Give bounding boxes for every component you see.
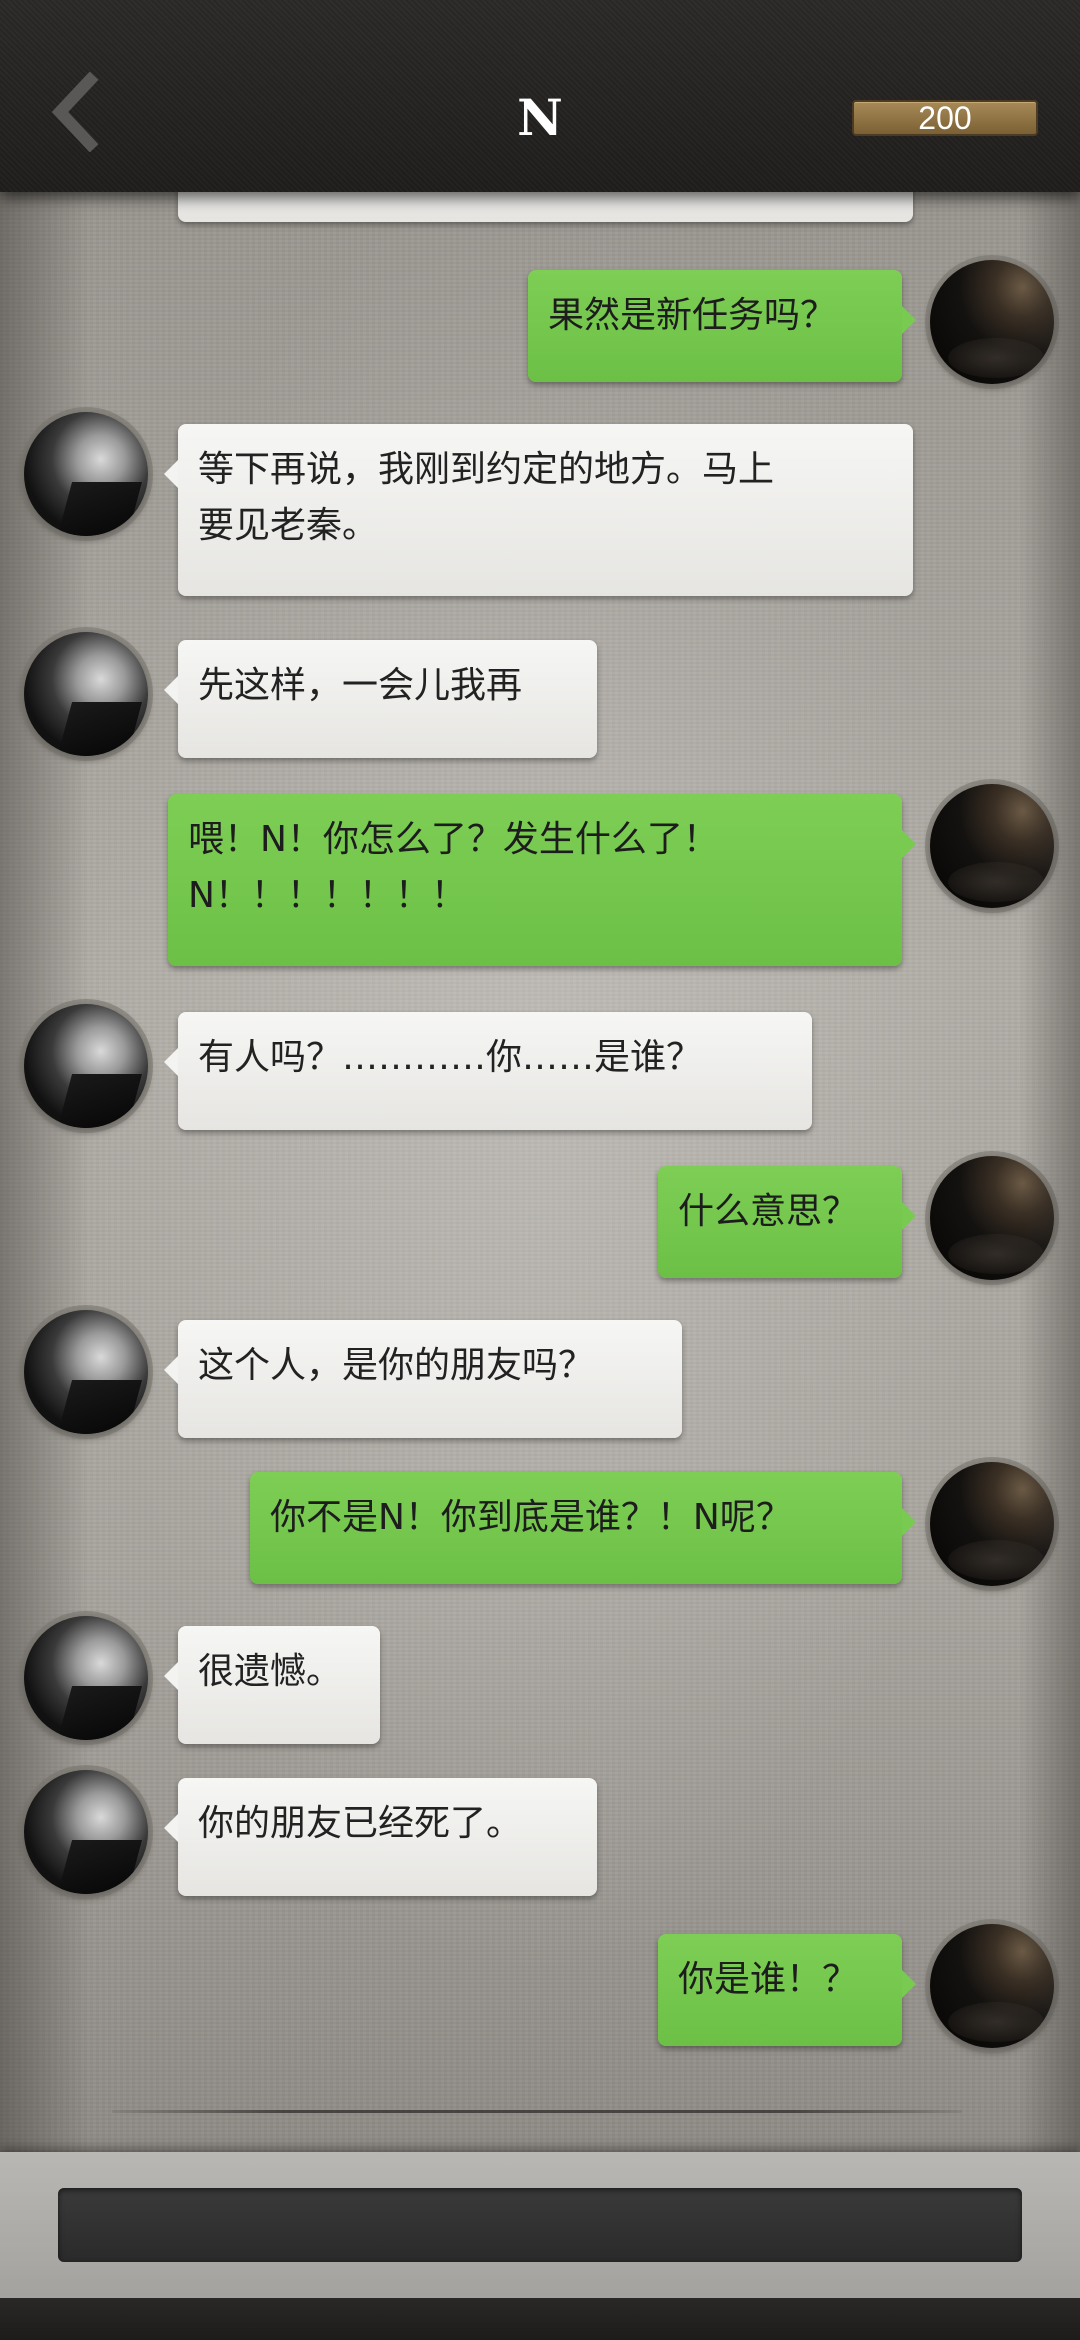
bottom-edge [0, 2298, 1080, 2340]
contact-avatar[interactable] [24, 1004, 148, 1128]
message-bubble[interactable]: 果然是新任务吗？ [528, 270, 916, 382]
message-bubble[interactable]: 你是谁！？ [658, 1934, 916, 2046]
message-bubble[interactable]: 你不是N！你到底是谁？！N呢？ [250, 1472, 916, 1584]
message-bubble[interactable]: 有人吗？…………你……是谁？ [164, 1012, 812, 1130]
contact-avatar[interactable] [24, 632, 148, 756]
contact-avatar[interactable] [24, 1310, 148, 1434]
message-bubble[interactable]: 的地是……曼谷。 [178, 192, 913, 222]
divider [112, 2110, 962, 2113]
message-bubble[interactable]: 先这样，一会儿我再 [164, 640, 597, 758]
chat-area[interactable]: 的地是……曼谷。 果然是新任务吗？ 等下再说，我刚到约定的地方。马上 要见老秦。… [0, 192, 1080, 2152]
message-bubble[interactable]: 你的朋友已经死了。 [164, 1778, 597, 1896]
user-avatar[interactable] [930, 1156, 1054, 1280]
message-input[interactable] [58, 2188, 1022, 2262]
contact-avatar[interactable] [24, 412, 148, 536]
input-bar [0, 2152, 1080, 2340]
message-bubble[interactable]: 等下再说，我刚到约定的地方。马上 要见老秦。 [164, 424, 913, 596]
contact-avatar[interactable] [24, 1616, 148, 1740]
user-avatar[interactable] [930, 260, 1054, 384]
user-avatar[interactable] [930, 1924, 1054, 2048]
top-bar: N 200 [0, 0, 1080, 192]
message-bubble[interactable]: 喂！N！你怎么了？发生什么了！ N！！！！！！！ [168, 794, 916, 966]
user-avatar[interactable] [930, 1462, 1054, 1586]
message-bubble[interactable]: 这个人，是你的朋友吗？ [164, 1320, 682, 1438]
user-avatar[interactable] [930, 784, 1054, 908]
coin-counter: 200 [852, 100, 1038, 136]
message-bubble[interactable]: 很遗憾。 [164, 1626, 380, 1744]
contact-avatar[interactable] [24, 1770, 148, 1894]
message-bubble[interactable]: 什么意思？ [658, 1166, 916, 1278]
